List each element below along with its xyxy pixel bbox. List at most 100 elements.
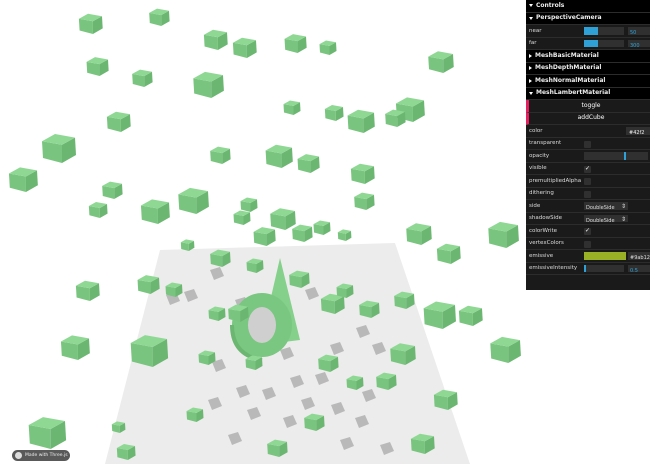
premultiplied-label: premultipliedAlpha [529,177,582,184]
addcube-label: addCube [577,114,605,122]
emissive-swatch[interactable] [584,252,626,260]
controls-header[interactable]: Controls [526,0,650,13]
cube-mesh [313,220,331,235]
shadowside-select[interactable]: DoubleSide [584,214,628,225]
vertexcolors-label: vertexColors [529,240,564,247]
colorwrite-control: colorWrite [526,225,650,238]
cube-mesh [436,243,461,264]
cube-mesh [337,229,352,241]
cube-mesh [75,280,100,301]
cube-mesh [458,305,483,326]
cube-mesh [132,69,153,87]
cube-mesh [178,187,209,214]
visible-label: visible [529,165,547,172]
folder-depth-material[interactable]: MeshDepthMaterial [526,62,650,75]
chevron-down-icon [529,4,533,8]
cube-mesh [319,40,337,55]
cube-mesh [354,192,375,210]
threejs-badge[interactable]: Made with Three.js [12,450,70,461]
near-input[interactable]: 50 [628,27,650,36]
near-label: near [529,27,542,34]
addcube-button[interactable]: addCube [526,112,650,125]
shadowside-label: shadowSide [529,215,562,222]
vertexcolors-checkbox[interactable] [584,240,591,248]
cube-mesh [28,417,67,449]
controls-panel: Controls PerspectiveCamera near 50 far 300… [526,0,650,290]
dithering-label: dithering [529,190,554,197]
color-control: color #42f2 [526,125,650,138]
cube-mesh [490,336,521,363]
cube-mesh [203,29,228,50]
cube-mesh [8,167,38,192]
far-input[interactable]: 300 [628,39,650,49]
folder-label: MeshNormalMaterial [535,76,606,84]
cube-mesh [193,71,224,98]
far-label: far [529,40,537,47]
emissive-input[interactable]: #9ab124 [628,252,650,261]
cube-mesh [210,146,231,164]
cube-mesh [86,57,109,76]
cube-mesh [140,199,170,224]
cube-mesh [149,8,170,26]
near-slider[interactable] [584,27,624,35]
emissive-control: emissive #9ab124 [526,250,650,263]
emissive-label: emissive [529,252,554,259]
emissive-intensity-input[interactable]: 0.5 [628,264,650,274]
chevron-right-icon [529,78,532,83]
visible-control: visible [526,163,650,175]
transparent-control: transparent [526,138,650,150]
far-control: far 300 [526,38,650,50]
cube-mesh [347,109,375,133]
chevron-down-icon [529,91,533,95]
cube-mesh [284,34,307,53]
cube-mesh [253,227,276,246]
toggle-button[interactable]: toggle [526,100,650,113]
cube-mesh [88,202,108,218]
color-input[interactable]: #42f2 [626,127,650,136]
side-select[interactable]: DoubleSide [584,201,628,212]
cube-mesh [406,223,432,245]
folder-label: MeshBasicMaterial [535,51,599,59]
folder-label: MeshDepthMaterial [535,64,602,72]
opacity-slider[interactable] [584,152,648,160]
transparent-checkbox[interactable] [584,140,591,148]
opacity-label: opacity [529,152,550,159]
toggle-label: toggle [581,101,601,109]
folder-lambert-material[interactable]: MeshLambertMaterial [526,87,650,100]
premultiplied-checkbox[interactable] [584,178,591,185]
chevron-right-icon [529,66,532,71]
emissive-intensity-label: emissiveIntensity [529,265,578,272]
badge-label: Made with Three.js [25,453,68,458]
colorwrite-label: colorWrite [529,227,558,234]
cube-mesh [283,100,301,115]
cube-mesh [42,134,76,163]
folder-label: PerspectiveCamera [536,14,602,22]
folder-basic-material[interactable]: MeshBasicMaterial [526,50,650,63]
cube-mesh [102,181,123,199]
cube-mesh [265,144,293,168]
threejs-logo-icon [15,452,22,459]
cube-mesh [240,197,258,212]
visible-checkbox[interactable] [584,163,591,175]
cube-mesh [232,37,257,58]
cube-mesh [233,210,251,225]
cube-mesh [423,301,456,329]
cube-mesh [488,221,519,248]
cube-mesh [270,208,296,230]
cube-mesh [297,154,320,173]
transparent-label: transparent [529,140,562,147]
opacity-control: opacity [526,150,650,163]
dithering-checkbox[interactable] [584,190,591,198]
cube-mesh [60,335,90,360]
cube-mesh [292,224,313,242]
colorwrite-checkbox[interactable] [584,225,591,237]
cube-mesh [78,13,103,34]
far-slider[interactable] [584,39,624,47]
side-control: side DoubleSide [526,200,650,213]
cube-mesh [350,163,375,184]
emissive-intensity-control: emissiveIntensity 0.5 [526,263,650,275]
emissive-intensity-slider[interactable] [584,264,624,272]
dithering-control: dithering [526,188,650,200]
folder-perspective-camera[interactable]: PerspectiveCamera [526,12,650,25]
folder-normal-material[interactable]: MeshNormalMaterial [526,75,650,88]
